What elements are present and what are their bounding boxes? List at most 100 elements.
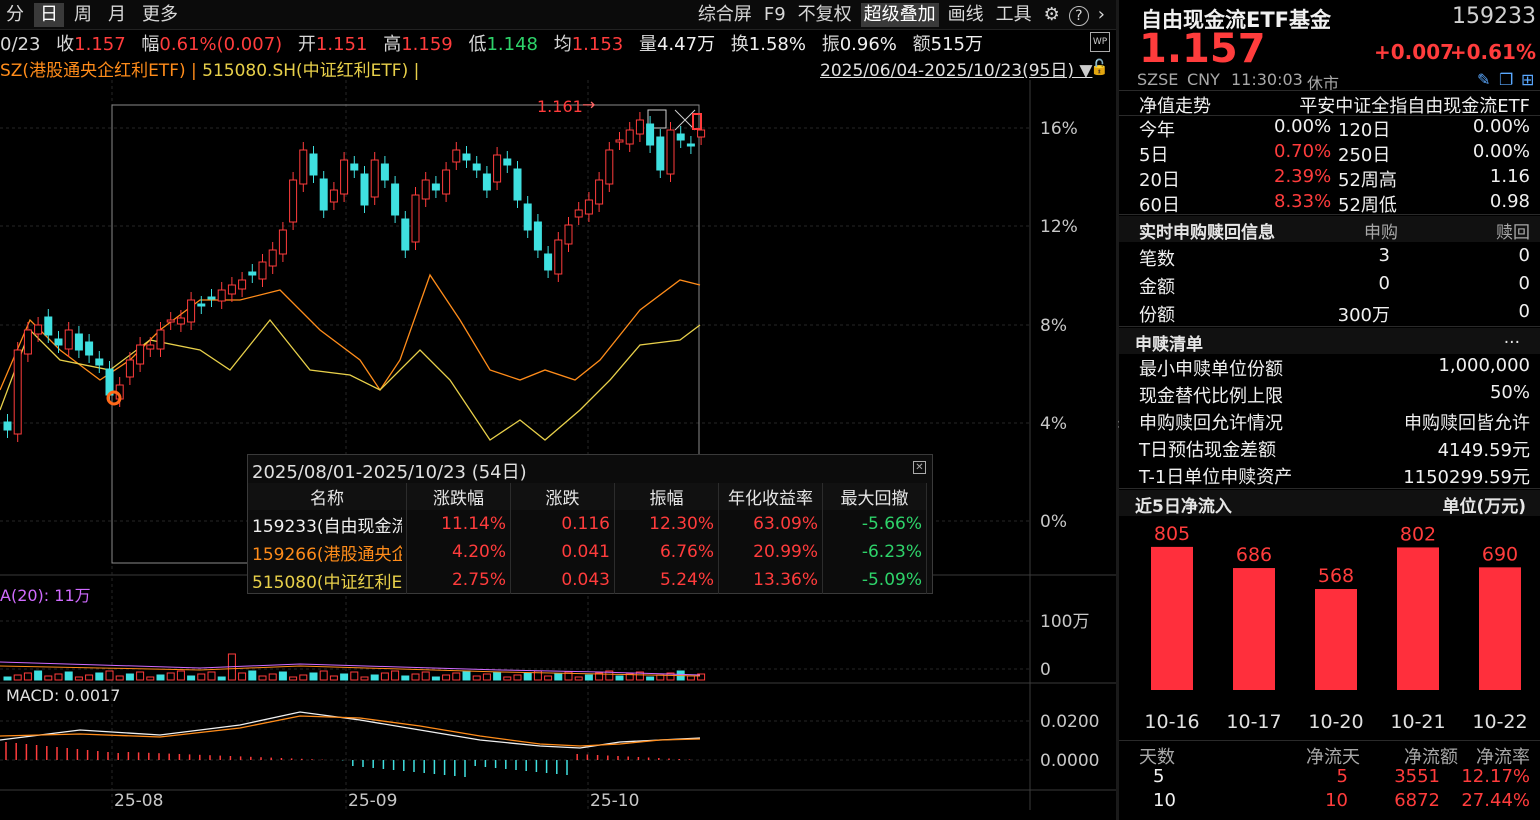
window-icon[interactable]: ❐ [1499,70,1513,89]
row-name: 515080(中证红利E [248,566,407,594]
amount-value: 515万 [930,34,983,55]
add-icon[interactable]: ⊞ [1521,70,1534,89]
perf-label: 52周高 [1338,170,1397,191]
tab-period-1[interactable]: 日 [34,3,64,27]
legend-series-b[interactable]: 515080.SH(中证红利ETF) [202,61,408,81]
volume-bar [319,670,328,681]
macd-indicator [0,711,701,777]
candle-body [411,194,420,243]
toolbar-item-1[interactable]: F9 [761,3,789,27]
volume-bar [105,670,114,681]
candle-body [503,158,512,166]
candle-body [64,329,73,350]
candle-body [493,154,502,183]
volume-bar [513,674,522,681]
wp-icon[interactable]: WP [1090,32,1110,52]
vol-tick: 100万 [1040,612,1089,632]
volume-bar [136,671,145,681]
pct-tick: 8% [1040,316,1067,336]
volume-bar [207,671,216,681]
popup-col-header: 年化收益率 [718,483,823,510]
period-tabs: 分日周月更多 [0,3,184,27]
volume-bar [523,672,532,681]
tab-period-4[interactable]: 更多 [136,3,184,27]
price-change-pct: +0.61% [1449,40,1536,64]
perf-value: 0.00% [1274,116,1332,137]
close-value: 1.157 [74,34,126,55]
table-row[interactable]: 515080(中证红利E 2.75% 0.043 5.24% 13.36% -5.09% [248,566,927,594]
open-value: 1.151 [315,34,368,55]
subscription-label: 份额 [1139,305,1175,326]
volume-bar [187,675,196,681]
volume-bar [370,674,379,681]
volume-bar [299,674,308,681]
volume-bar [34,670,43,681]
candle-body [482,173,491,191]
tab-period-3[interactable]: 月 [102,3,132,27]
kline-chart[interactable]: 16% 12% 8% 4% 0% 100万 0 0.0200 0.0000 25-08 25-09 2… [0,80,1116,820]
chevron-right-icon[interactable]: › [1095,3,1108,27]
candle-body [125,359,134,378]
flow-bar [1397,547,1439,690]
legend-series-a[interactable]: SZ(港股通央企红利ETF) [0,61,186,81]
candle-body [360,173,369,206]
gear-icon[interactable]: ⚙ [1041,3,1063,27]
last-price: 1.157 [1139,26,1266,72]
toolbar-item-0[interactable]: 综合屏 [695,3,755,27]
toolbar-item-4[interactable]: 画线 [945,3,987,27]
tab-period-2[interactable]: 周 [68,3,98,27]
toolbar-item-3[interactable]: 超级叠加 [860,3,939,27]
perf-label: 5日 [1139,145,1169,166]
row-name: 159266(港股通央企 [248,538,407,566]
candle-body [544,253,553,271]
candle-body [187,299,196,323]
row-cell: -6.23% [822,538,927,566]
help-icon[interactable]: ? [1068,6,1089,26]
volume-bar [217,676,226,681]
candle-body [23,329,32,355]
flow-category-label: 10-16 [1144,711,1199,733]
volume-bar [544,675,553,681]
volume-bar [401,675,410,681]
toolbar-item-5[interactable]: 工具 [993,3,1035,27]
close-icon[interactable]: ✕ [913,461,926,474]
subscription-buy-value: 3 [1378,245,1390,266]
flow-days: 5 [1153,766,1165,787]
pct-tick: 12% [1040,217,1078,237]
row-cell: 13.36% [718,566,823,594]
candle-body [380,163,389,181]
table-row[interactable]: 159266(港股通央企 4.20% 0.041 6.76% 20.99% -6.23% [248,538,927,566]
table-row[interactable]: 159233(自由现金流 11.14% 0.116 12.30% 63.09% -5.66… [248,510,927,538]
toolbar-item-2[interactable]: 不复权 [795,3,855,27]
candle-body [431,183,440,191]
redemption-list-header: 申赎清单 ... [1119,328,1540,355]
list-value: 1,000,000 [1438,355,1530,376]
perf-label: 120日 [1338,120,1391,141]
candle-body [166,319,175,323]
date-range[interactable]: 2025/06/04-2025/10/23(95日) ▼ [820,56,1092,81]
lock-icon[interactable]: 🔓 [1090,58,1109,76]
candle-body [391,183,400,216]
macd-tick: 0.0200 [1040,712,1099,732]
candle-body [533,221,542,251]
more-icon[interactable]: ... [1504,328,1520,348]
row-cell: 63.09% [718,510,823,538]
row-cell: 11.14% [406,510,511,538]
flow-category-label: 10-22 [1472,711,1527,733]
latest-candle [692,113,702,130]
list-label: 现金替代比例上限 [1139,386,1283,407]
volume-bar [64,671,73,681]
candle-body [319,178,328,211]
perf-value: 2.39% [1274,166,1332,187]
candle-body [217,289,226,302]
candle-body [95,358,104,366]
tab-period-0[interactable]: 分 [0,3,30,27]
popup-col-header: 振幅 [614,483,719,510]
list-label: 最小申赎单位份额 [1139,359,1283,380]
volume-value: 4.47万 [656,34,716,55]
subscription-redeem-value: 0 [1518,301,1530,322]
edit-icon[interactable]: ✎ [1477,70,1490,89]
macd-tick: 0.0000 [1040,751,1099,771]
pct-tick: 16% [1040,119,1078,139]
volume-bar [44,675,53,681]
